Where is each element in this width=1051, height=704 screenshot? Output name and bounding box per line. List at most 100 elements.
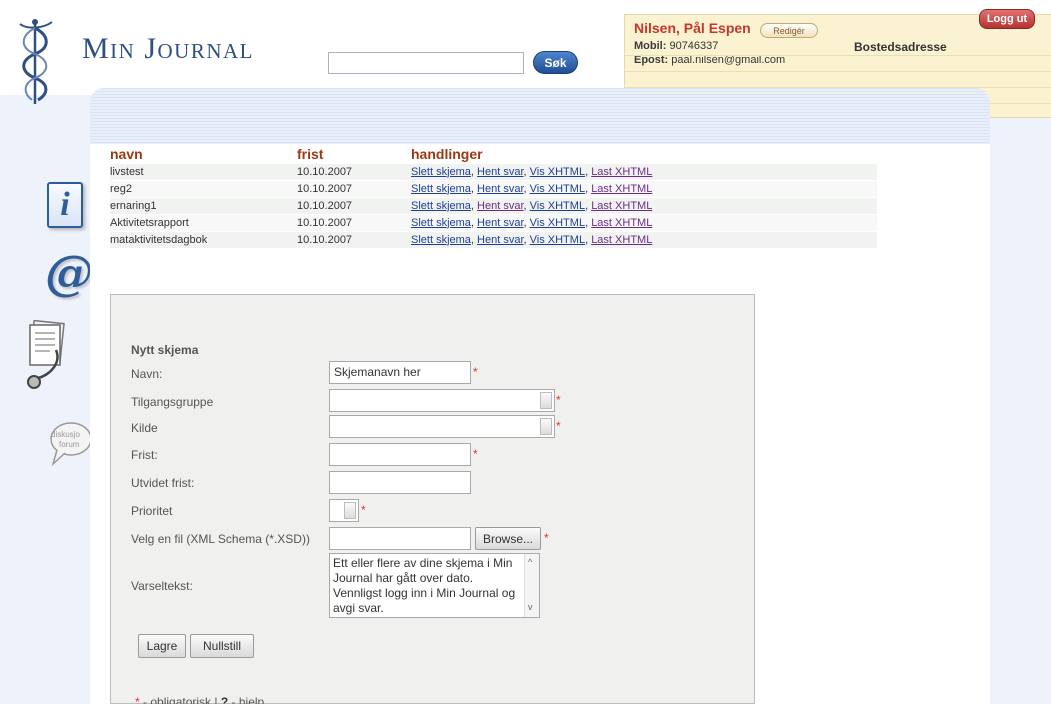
address-label: Bostedsadresse bbox=[854, 40, 947, 54]
table-row: reg2 10.10.2007 Slett skjema, Hent svar, V… bbox=[110, 179, 877, 197]
name-input[interactable]: Skjemanavn her bbox=[329, 361, 471, 384]
source-select[interactable] bbox=[329, 415, 555, 438]
table-row: livstest 10.10.2007 Slett skjema, Hent sva… bbox=[110, 162, 877, 180]
logout-button[interactable]: Logg ut bbox=[979, 9, 1035, 29]
required-mark: * bbox=[556, 419, 561, 433]
deadline-cell: 10.10.2007 bbox=[297, 179, 411, 197]
file-label: Velg en fil (XML Schema (*.XSD)) bbox=[131, 532, 310, 546]
mobile-label: Mobil: bbox=[634, 40, 667, 52]
actions-cell: Slett skjema, Hent svar, Vis XHTML, Last… bbox=[411, 179, 877, 197]
legend-required-mark: * bbox=[135, 695, 140, 704]
form-name-cell: livstest bbox=[110, 162, 297, 180]
view-xhtml-link[interactable]: Vis XHTML bbox=[530, 234, 585, 246]
required-mark: * bbox=[556, 393, 561, 407]
view-xhtml-link[interactable]: Vis XHTML bbox=[530, 200, 585, 212]
file-path-input[interactable] bbox=[329, 527, 471, 550]
deadline-input[interactable] bbox=[329, 443, 471, 466]
actions-cell: Slett skjema, Hent svar, Vis XHTML, Last… bbox=[411, 162, 877, 180]
journal-stethoscope-icon[interactable] bbox=[26, 320, 66, 398]
table-row: mataktivitetsdagbok 10.10.2007 Slett skjem… bbox=[110, 230, 877, 248]
divider bbox=[625, 71, 1051, 72]
caduceus-logo-icon bbox=[19, 19, 53, 104]
delete-form-link[interactable]: Slett skjema bbox=[411, 183, 471, 195]
forum-label: forum bbox=[59, 440, 80, 449]
search-input[interactable] bbox=[328, 52, 524, 74]
form-legend: * - obligatorisk | ? - hjelp bbox=[135, 695, 264, 704]
required-mark: * bbox=[473, 365, 478, 379]
fetch-answers-link[interactable]: Hent svar bbox=[477, 217, 523, 229]
mobile-info: Mobil: 90746337 bbox=[634, 40, 718, 52]
view-xhtml-link[interactable]: Vis XHTML bbox=[530, 183, 585, 195]
download-xhtml-link[interactable]: Last XHTML bbox=[591, 183, 652, 195]
legend-help-mark: ? bbox=[220, 695, 229, 704]
dropdown-arrow-icon bbox=[344, 502, 356, 519]
delete-form-link[interactable]: Slett skjema bbox=[411, 166, 471, 178]
divider bbox=[625, 55, 1051, 56]
deadline-label: Frist: bbox=[131, 448, 158, 462]
new-form-panel: Nytt skjema Navn: Skjemanavn her * Tilga… bbox=[110, 294, 755, 704]
form-name-cell: Aktivitetsrapport bbox=[110, 213, 297, 231]
legend-help-text: - hjelp bbox=[231, 695, 265, 704]
required-mark: * bbox=[544, 531, 549, 545]
scroll-down-icon[interactable]: v bbox=[528, 600, 533, 615]
delete-form-link[interactable]: Slett skjema bbox=[411, 234, 471, 246]
form-name-cell: mataktivitetsdagbok bbox=[110, 230, 297, 248]
deadline-cell: 10.10.2007 bbox=[297, 162, 411, 180]
fetch-answers-link[interactable]: Hent svar bbox=[477, 200, 523, 212]
content-header-band bbox=[90, 88, 990, 144]
new-form-title: Nytt skjema bbox=[131, 343, 199, 357]
delete-form-link[interactable]: Slett skjema bbox=[411, 217, 471, 229]
notice-textarea[interactable]: Ett eller flere av dine skjema i Min Jou… bbox=[329, 553, 540, 618]
fetch-answers-link[interactable]: Hent svar bbox=[477, 166, 523, 178]
deadline-cell: 10.10.2007 bbox=[297, 213, 411, 231]
table-row: Aktivitetsrapport 10.10.2007 Slett skjema,… bbox=[110, 213, 877, 231]
form-name-cell: ernaring1 bbox=[110, 196, 297, 214]
fetch-answers-link[interactable]: Hent svar bbox=[477, 234, 523, 246]
table-row: ernaring1 10.10.2007 Slett skjema, Hent sv… bbox=[110, 196, 877, 214]
column-header-actions: handlinger bbox=[411, 146, 483, 163]
scroll-up-icon[interactable]: ^ bbox=[528, 555, 532, 570]
extended-deadline-input[interactable] bbox=[329, 471, 471, 494]
download-xhtml-link[interactable]: Last XHTML bbox=[591, 234, 652, 246]
actions-cell: Slett skjema, Hent svar, Vis XHTML, Last… bbox=[411, 196, 877, 214]
deadline-cell: 10.10.2007 bbox=[297, 230, 411, 248]
column-header-deadline: frist bbox=[297, 146, 324, 163]
email-at-icon[interactable]: @ bbox=[45, 245, 93, 305]
download-xhtml-link[interactable]: Last XHTML bbox=[591, 200, 652, 212]
info-icon[interactable]: i bbox=[47, 182, 83, 228]
dropdown-arrow-icon bbox=[540, 418, 552, 435]
browse-button[interactable]: Browse... bbox=[475, 527, 541, 550]
source-label: Kilde bbox=[131, 421, 158, 435]
name-label: Navn: bbox=[131, 367, 163, 381]
mobile-value: 90746337 bbox=[669, 40, 719, 52]
table-header-row: navn frist handlinger bbox=[110, 146, 877, 163]
deadline-cell: 10.10.2007 bbox=[297, 196, 411, 214]
required-mark: * bbox=[473, 447, 478, 461]
app-title: Min Journal bbox=[82, 32, 255, 65]
fetch-answers-link[interactable]: Hent svar bbox=[477, 183, 523, 195]
access-group-select[interactable] bbox=[329, 389, 555, 412]
edit-profile-button[interactable]: Redigér bbox=[760, 23, 818, 38]
reset-button[interactable]: Nullstill bbox=[190, 634, 254, 658]
column-header-name: navn bbox=[110, 146, 143, 163]
required-mark: * bbox=[361, 503, 366, 517]
dropdown-arrow-icon bbox=[540, 392, 552, 409]
access-group-label: Tilgangsgruppe bbox=[131, 395, 214, 409]
view-xhtml-link[interactable]: Vis XHTML bbox=[530, 217, 585, 229]
user-name: Nilsen, Pål Espen bbox=[634, 20, 751, 36]
extended-deadline-label: Utvidet frist: bbox=[131, 476, 195, 490]
legend-required-text: - obligatorisk | bbox=[143, 695, 218, 704]
delete-form-link[interactable]: Slett skjema bbox=[411, 200, 471, 212]
forms-table: navn frist handlinger livstest 10.10.2007… bbox=[110, 146, 877, 248]
download-xhtml-link[interactable]: Last XHTML bbox=[591, 166, 652, 178]
actions-cell: Slett skjema, Hent svar, Vis XHTML, Last… bbox=[411, 213, 877, 231]
priority-label: Prioritet bbox=[131, 504, 173, 518]
main-content: navn frist handlinger livstest 10.10.2007… bbox=[90, 88, 990, 704]
textarea-scrollbar[interactable]: ^ v bbox=[524, 554, 539, 617]
save-button[interactable]: Lagre bbox=[138, 634, 186, 658]
download-xhtml-link[interactable]: Last XHTML bbox=[591, 217, 652, 229]
search-button[interactable]: Søk bbox=[533, 51, 578, 74]
priority-select[interactable] bbox=[329, 499, 359, 522]
forum-label: diskusjo bbox=[51, 430, 80, 439]
view-xhtml-link[interactable]: Vis XHTML bbox=[530, 166, 585, 178]
